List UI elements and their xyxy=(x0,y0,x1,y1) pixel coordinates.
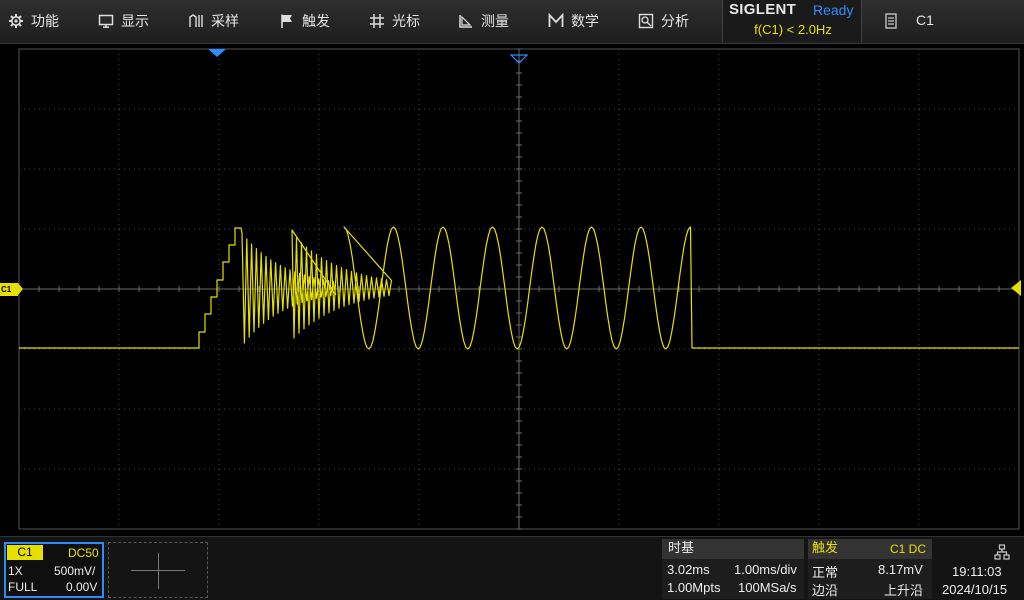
monitor-icon xyxy=(98,13,114,29)
clock-date: 2024/10/15 xyxy=(942,582,1008,597)
menu-trigger-label: 触发 xyxy=(302,14,330,30)
acquire-icon xyxy=(188,13,204,29)
trigger-position-marker[interactable] xyxy=(208,49,226,57)
menu-analysis[interactable]: 分析 xyxy=(638,0,689,42)
menu-math-label: 数学 xyxy=(571,14,599,30)
trigger-level: 8.17mV xyxy=(878,562,923,577)
trigger-level-marker[interactable] xyxy=(1011,280,1021,296)
trigger-mode: 正常 xyxy=(812,566,839,581)
menu-cursors-label: 光标 xyxy=(392,14,420,30)
menu-trigger[interactable]: 触发 xyxy=(279,0,330,42)
channel1-coupling: DC50 xyxy=(68,546,99,560)
menu-display-label: 显示 xyxy=(121,14,149,30)
menu-acquire-label: 采样 xyxy=(211,14,239,30)
menu-bar: 功能 显示 采样 触发 光标 测量 数学 分析 SIGLENT Ready f(… xyxy=(0,0,1024,44)
menu-measure-label: 测量 xyxy=(481,14,509,30)
timebase-title: 时基 xyxy=(662,539,804,559)
cursor-grid-icon xyxy=(369,13,385,29)
timebase-panel[interactable]: 时基 3.02ms 1.00ms/div 1.00Mpts 100MSa/s xyxy=(662,539,804,599)
status-box: SIGLENT Ready f(C1) < 2.0Hz xyxy=(722,0,862,42)
timebase-sample-rate: 100MSa/s xyxy=(738,580,797,595)
status-bar: C1 DC50 1X 500mV/ FULL 0.00V 时基 3.02ms 1… xyxy=(0,536,1024,600)
menu-cursors[interactable]: 光标 xyxy=(369,0,420,42)
brand-logo: SIGLENT xyxy=(729,1,797,18)
channel-menu[interactable]: C1 xyxy=(862,0,1024,42)
channel1-bandwidth: FULL xyxy=(8,580,38,594)
channel-menu-label: C1 xyxy=(916,12,934,28)
channel1-probe: 1X xyxy=(8,564,23,578)
channel1-panel[interactable]: C1 DC50 1X 500mV/ FULL 0.00V xyxy=(4,542,104,598)
network-icon[interactable] xyxy=(994,544,1010,560)
timebase-scale: 1.00ms/div xyxy=(734,562,797,577)
gear-icon xyxy=(8,13,24,29)
center-marker-icon xyxy=(509,49,529,64)
menu-display[interactable]: 显示 xyxy=(98,0,149,42)
clock-time: 19:11:03 xyxy=(952,564,1002,579)
channel1-offset-marker[interactable]: C1 xyxy=(0,283,23,296)
frequency-readout: f(C1) < 2.0Hz xyxy=(754,22,832,37)
trigger-panel[interactable]: 触发 C1 DC 正常 8.17mV 边沿 上升沿 xyxy=(808,539,932,599)
menu-function-label: 功能 xyxy=(31,14,59,30)
flag-icon xyxy=(279,13,295,29)
run-state: Ready xyxy=(813,2,854,18)
trigger-source: C1 DC xyxy=(889,542,926,556)
menu-analysis-label: 分析 xyxy=(661,14,689,30)
menu-acquire[interactable]: 采样 xyxy=(188,0,239,42)
timebase-memory-depth: 1.00Mpts xyxy=(667,580,721,595)
add-channel-slot[interactable] xyxy=(108,542,208,598)
trigger-slope: 上升沿 xyxy=(884,584,924,599)
waveform-area[interactable] xyxy=(0,44,1024,536)
math-icon xyxy=(548,13,564,29)
graticule xyxy=(18,48,1020,530)
trigger-type: 边沿 xyxy=(812,584,839,599)
analysis-icon xyxy=(638,13,654,29)
menu-function[interactable]: 功能 xyxy=(8,0,59,42)
timebase-delay: 3.02ms xyxy=(667,562,710,577)
document-icon xyxy=(884,13,898,29)
measure-icon xyxy=(458,13,474,29)
menu-math[interactable]: 数学 xyxy=(548,0,599,42)
channel1-tag: C1 xyxy=(7,545,43,560)
channel1-offset: 0.00V xyxy=(66,580,98,594)
channel1-scale: 500mV/ xyxy=(54,564,96,578)
menu-measure[interactable]: 测量 xyxy=(458,0,509,42)
plus-icon-vertical xyxy=(158,553,159,589)
clock-panel: 19:11:03 2024/10/15 xyxy=(936,539,1024,599)
